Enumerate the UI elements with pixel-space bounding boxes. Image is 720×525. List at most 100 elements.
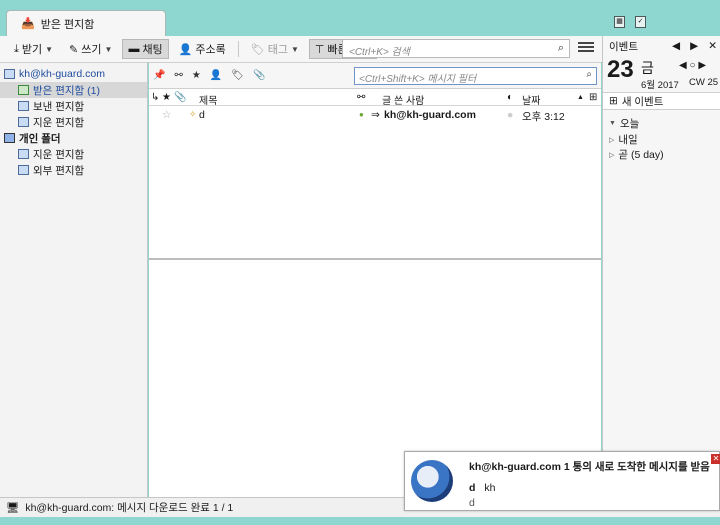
chat-button[interactable]: ▬ 채팅	[122, 39, 169, 59]
message-list-pane: 📌 ⚯ ★ 👤 🏷 📎 <Ctrl+Shift+K> 메시지 필터 ⌕ ↳ ★ …	[149, 62, 601, 258]
prev-day-icon[interactable]: ◀	[679, 60, 687, 71]
chevron-right-icon: ▷	[609, 136, 615, 144]
new-mail-notification[interactable]: kh@kh-guard.com 1 통의 새로 도착한 메시지를 받음 d kh…	[404, 451, 720, 511]
sort-asc-icon: ▲	[577, 94, 584, 101]
pin-icon[interactable]: 📌	[153, 70, 165, 81]
chat-label: 채팅	[142, 44, 163, 56]
status-text: kh@kh-guard.com: 메시지 다운로드 완료 1 / 1	[25, 502, 234, 514]
tag-button[interactable]: 🏷 태그 ▼	[245, 39, 305, 59]
star-col-icon[interactable]: ★	[162, 92, 171, 103]
close-icon[interactable]: ✕	[708, 40, 717, 52]
address-book-button[interactable]: 👤 주소록	[173, 39, 232, 59]
outbox-label: 외부 편지함	[33, 164, 85, 177]
column-picker-icon[interactable]: ⊞	[589, 92, 597, 103]
prev-arrow-icon[interactable]: ◀	[672, 40, 680, 52]
today-weekday: 금	[641, 60, 654, 76]
filter-placeholder: <Ctrl+Shift+K> 메시지 필터	[359, 74, 477, 85]
write-button[interactable]: ✎ 쓰기 ▼	[63, 39, 118, 59]
window-bottom-edge	[0, 517, 720, 525]
sent-label: 보낸 편지함	[33, 100, 85, 113]
today-pane-header: 이벤트 ◀ ▶ ✕	[609, 38, 717, 54]
folder-account[interactable]: kh@kh-guard.com	[0, 66, 147, 82]
folder-local[interactable]: 개인 폴더	[0, 130, 147, 146]
attachment-icon[interactable]: 📎	[253, 70, 265, 81]
notification-preview: d	[469, 497, 475, 509]
search-placeholder: <Ctrl+K> 검색	[349, 47, 410, 58]
today-day-number: 23	[607, 56, 634, 83]
folder-sent[interactable]: 보낸 편지함	[0, 98, 147, 114]
junk-status-icon[interactable]: ●	[507, 109, 513, 121]
chevron-down-icon: ▼	[609, 120, 616, 127]
agenda-soon-label: 곧 (5 day)	[618, 149, 664, 161]
account-icon	[4, 69, 15, 79]
chevron-right-icon: ▷	[609, 151, 615, 159]
get-messages-label: 받기	[21, 44, 43, 56]
agenda-tomorrow[interactable]: ▷ 내일	[609, 132, 638, 147]
today-month-year: 6월 2017	[641, 80, 679, 91]
plus-icon: ⊞	[609, 95, 618, 107]
local-folders-label: 개인 폴더	[19, 132, 61, 145]
column-header: ↳ ★ 📎 제목 ⚯ 글 쓴 사람 ◐ 날짜 ▲ ⊞	[149, 90, 601, 107]
star-icon[interactable]: ★	[192, 70, 201, 81]
attachment-col-icon[interactable]: 📎	[174, 92, 186, 103]
unread-icon[interactable]: ⚯	[174, 70, 182, 81]
agenda-tomorrow-label: 내일	[618, 134, 638, 146]
read-col-icon[interactable]: ⚯	[357, 92, 365, 103]
agenda-soon[interactable]: ▷ 곧 (5 day)	[609, 147, 664, 162]
close-icon[interactable]: ✕	[711, 454, 720, 464]
calendar-tab-icon[interactable]: ▦	[614, 16, 625, 28]
address-book-label: 주소록	[195, 44, 226, 56]
pencil-icon: ✎	[69, 43, 79, 56]
table-row[interactable]: ☆ ✧ d ● ⇒ kh@kh-guard.com ● 오후 3:12	[149, 107, 601, 123]
new-event-button[interactable]: ⊞ 새 이벤트	[603, 92, 720, 110]
folder-outbox[interactable]: 외부 편지함	[0, 162, 147, 178]
filter-icon: ⊤	[314, 43, 325, 56]
day-nav: ◀ ○ ▶	[679, 60, 706, 71]
folder-local-trash[interactable]: 지운 편지함	[0, 146, 147, 162]
next-day-icon[interactable]: ▶	[698, 60, 706, 71]
hamburger-menu-icon[interactable]	[578, 40, 594, 56]
column-subject[interactable]: 제목	[199, 92, 217, 107]
today-circle-icon[interactable]: ○	[689, 60, 695, 71]
toolbar-separator	[237, 41, 239, 57]
chevron-down-icon: ▼	[290, 44, 299, 54]
sent-icon	[18, 101, 29, 111]
tasks-tab-icon[interactable]: ✓	[635, 16, 646, 28]
star-icon[interactable]: ☆	[162, 109, 171, 121]
unread-dot-icon[interactable]: ●	[359, 110, 364, 119]
folder-inbox[interactable]: 받은 편지함 (1)	[0, 82, 147, 98]
thread-col-icon[interactable]: ↳	[151, 92, 159, 103]
quick-filter-icons: 📌 ⚯ ★ 👤 🏷 📎	[153, 70, 265, 81]
get-messages-button[interactable]: ⤓ 받기 ▼	[8, 39, 59, 59]
notification-title: kh@kh-guard.com 1 통의 새로 도착한 메시지를 받음	[469, 461, 710, 473]
tab-label: 받은 편지함	[40, 18, 95, 31]
titlebar-icons: ▦ ✓	[614, 16, 646, 28]
junk-col-icon[interactable]: ◐	[507, 92, 513, 103]
chevron-down-icon[interactable]: ▼	[45, 45, 53, 54]
search-icon[interactable]: ⌕	[558, 42, 564, 55]
chevron-down-icon[interactable]: ▼	[105, 45, 113, 54]
outbox-icon	[18, 165, 29, 175]
online-status-icon[interactable]: 🖥	[6, 501, 19, 514]
reply-arrow-icon: ⇒	[371, 109, 380, 121]
tag-icon[interactable]: 🏷	[231, 70, 244, 81]
message-filter-input[interactable]: <Ctrl+Shift+K> 메시지 필터 ⌕	[354, 67, 597, 85]
folder-trash[interactable]: 지운 편지함	[0, 114, 147, 130]
person-icon: 👤	[178, 43, 193, 56]
computer-icon	[4, 133, 15, 143]
download-icon: ⤓	[14, 42, 19, 55]
chat-icon: ▬	[128, 43, 140, 55]
column-sender[interactable]: 글 쓴 사람	[382, 92, 424, 107]
agenda-today[interactable]: ▼ 오늘	[609, 116, 639, 131]
global-search-input[interactable]: <Ctrl+K> 검색 ⌕	[342, 39, 570, 58]
column-date[interactable]: 날짜	[522, 92, 540, 107]
agenda-today-label: 오늘	[619, 118, 640, 130]
new-message-icon: ✧	[189, 109, 197, 119]
contact-icon[interactable]: 👤	[210, 70, 222, 81]
tab-inbox[interactable]: 📥 받은 편지함	[6, 10, 166, 36]
new-event-label: 새 이벤트	[621, 95, 664, 108]
notification-message: d kh	[469, 482, 495, 494]
local-trash-label: 지운 편지함	[33, 148, 85, 161]
next-arrow-icon[interactable]: ▶	[690, 40, 698, 52]
quick-filter-bar: 📌 ⚯ ★ 👤 🏷 📎 <Ctrl+Shift+K> 메시지 필터 ⌕	[149, 63, 601, 89]
